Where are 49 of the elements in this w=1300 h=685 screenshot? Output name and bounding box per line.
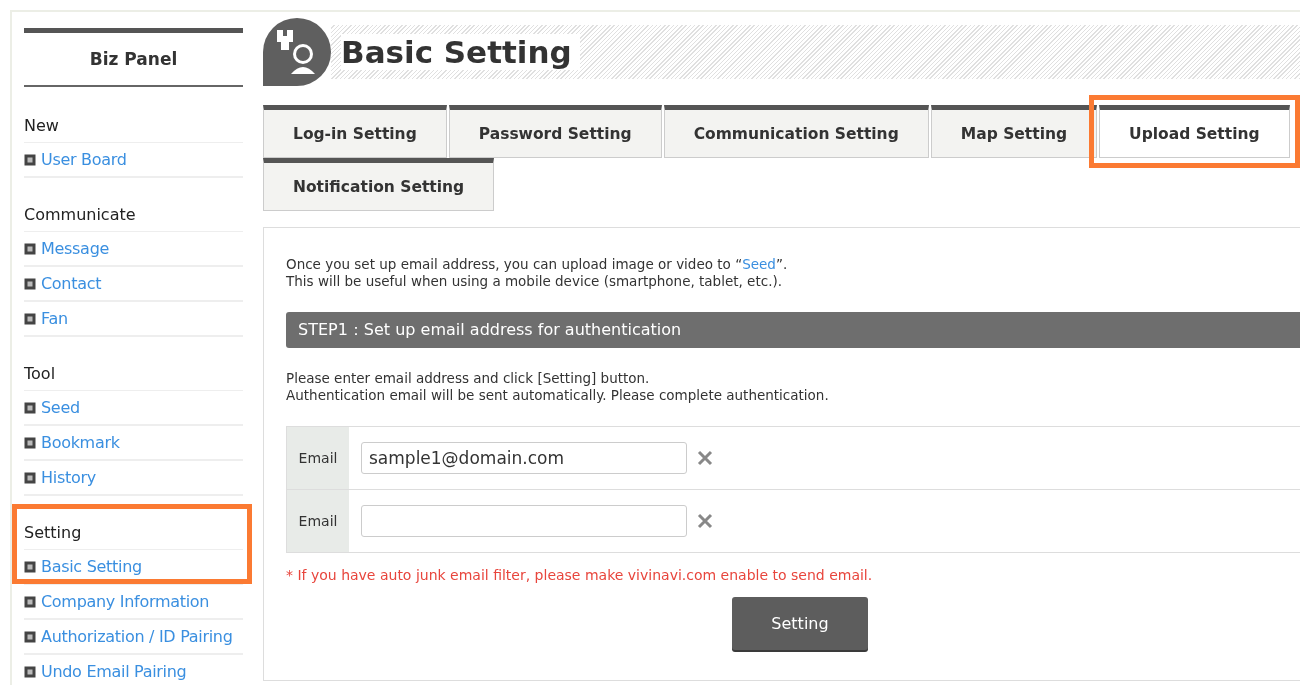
tab[interactable]: Upload Setting xyxy=(1099,105,1290,158)
square-bullet-icon xyxy=(24,436,36,449)
sidebar-link[interactable]: Seed xyxy=(41,398,80,417)
square-bullet-icon xyxy=(24,595,36,608)
sidebar-link[interactable]: Undo Email Pairing xyxy=(41,662,187,681)
sidebar-link[interactable]: Fan xyxy=(41,309,68,328)
sidebar-link[interactable]: History xyxy=(41,468,96,487)
square-bullet-icon xyxy=(24,153,36,166)
tab[interactable]: Communication Setting xyxy=(663,105,929,158)
intro-text: Once you set up email address, you can upload image or video to “Seed”. xyxy=(286,256,789,273)
settings-icon xyxy=(263,18,331,86)
square-bullet-icon xyxy=(24,471,36,484)
instruction-text: Authentication email will be sent automatically. Please complete authentication. xyxy=(286,387,830,404)
field-label: Email xyxy=(287,490,349,552)
sidebar-link[interactable]: Basic Setting xyxy=(41,557,142,576)
step-header: STEP1：Set up email address for authentication xyxy=(286,312,1300,348)
sidebar-link[interactable]: Company Information xyxy=(41,592,210,611)
tab[interactable]: Map Setting xyxy=(930,105,1098,158)
sidebar-link[interactable]: Contact xyxy=(41,274,102,293)
section-heading: Communicate xyxy=(24,198,243,232)
square-bullet-icon xyxy=(24,277,36,290)
square-bullet-icon xyxy=(24,242,36,255)
field-label: Email xyxy=(287,427,349,489)
sidebar-title: Biz Panel xyxy=(24,28,243,87)
sidebar-link[interactable]: User Board xyxy=(41,150,127,169)
setting-button[interactable]: Setting xyxy=(732,597,868,650)
instruction-text: Please enter email address and click [Setting] button. xyxy=(286,370,651,387)
tab[interactable]: Log-in Setting xyxy=(263,105,447,158)
section-heading: New xyxy=(24,109,243,143)
tab[interactable]: Password Setting xyxy=(448,105,662,158)
close-icon[interactable] xyxy=(697,450,713,466)
section-heading: Setting xyxy=(24,516,243,550)
email-field[interactable] xyxy=(361,505,687,537)
page-title: Basic Setting xyxy=(341,34,580,70)
section-heading: Tool xyxy=(24,357,243,391)
square-bullet-icon xyxy=(24,630,36,643)
sidebar-link[interactable]: Message xyxy=(41,239,110,258)
sidebar-link[interactable]: Authorization / ID Pairing xyxy=(41,627,233,646)
email-field[interactable]: sample1@domain.com xyxy=(361,442,687,474)
square-bullet-icon xyxy=(24,312,36,325)
close-icon[interactable] xyxy=(697,513,713,529)
square-bullet-icon xyxy=(24,401,36,414)
warning-note: * If you have auto junk email filter, please make vivinavi.com enable to send email. xyxy=(286,567,874,583)
sidebar-link[interactable]: Bookmark xyxy=(41,433,120,452)
intro-text: This will be useful when using a mobile device (smartphone, tablet, etc.). xyxy=(286,273,783,290)
square-bullet-icon xyxy=(24,560,36,573)
tab[interactable]: Notification Setting xyxy=(263,158,495,211)
square-bullet-icon xyxy=(24,665,36,678)
seed-link[interactable]: Seed xyxy=(742,256,776,272)
